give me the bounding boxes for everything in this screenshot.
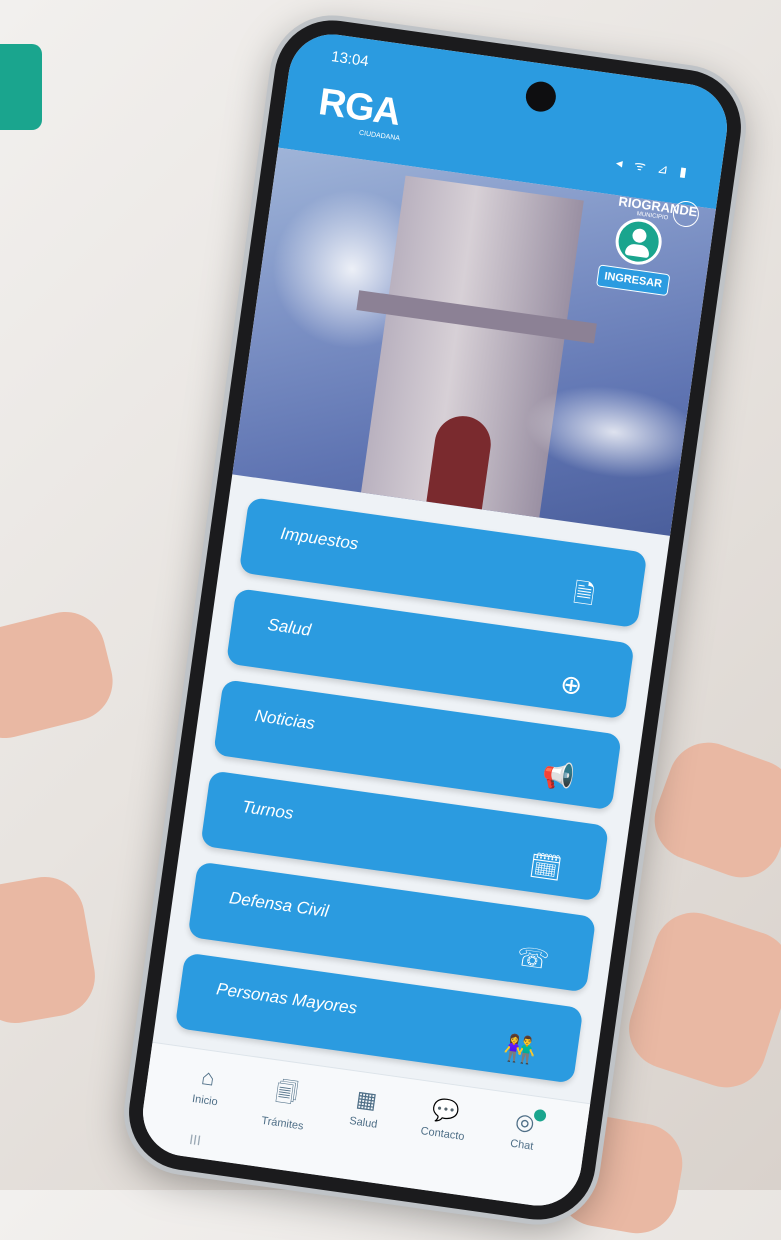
nav-item-chat[interactable]: ◎ Chat [481,1104,566,1159]
hand-finger [643,731,781,889]
nav-item-label: Salud [348,1115,379,1131]
menu-item-label: Salud [266,614,313,640]
health-plus-icon: ⊕ [558,668,585,701]
nav-item-label: Contacto [419,1125,466,1144]
megaphone-icon: 📢 [540,758,577,793]
nav-item-label: Chat [509,1137,535,1153]
nav-item-label: Trámites [260,1114,305,1133]
calendar-icon: 🗓 [527,849,565,884]
main-menu: Impuestos 🗎 Salud ⊕ Noticias 📢 Turnos 🗓 … [172,496,648,1100]
phone-icon: ☏ [514,940,552,976]
home-icon: ⌂ [199,1064,217,1091]
health-building-icon: ▦ [354,1085,379,1114]
status-time: 13:04 [330,48,370,71]
status-icons: ◂ ᯤ ⊿ ▮ [615,154,692,181]
menu-item-label: Personas Mayores [215,979,359,1018]
tax-document-icon: 🗎 [571,577,597,610]
menu-item-label: Turnos [240,797,295,824]
nav-item-contacto[interactable]: 💬 Contacto [402,1093,487,1148]
menu-item-label: Impuestos [279,523,360,554]
chat-icon: 💬 [430,1096,462,1126]
chat-bot-icon: ◎ [513,1108,537,1136]
elderly-people-icon: 👫 [502,1031,539,1067]
side-green-tab [0,44,42,130]
system-recents-button[interactable]: III [188,1131,202,1148]
front-camera [523,79,558,114]
app-logo: RGA CIUDADANA [315,81,406,142]
menu-item-label: Noticias [253,705,317,734]
hand-finger [0,603,122,747]
document-icon: 🗐 [274,1078,300,1107]
nav-item-tramites[interactable]: 🗐 Trámites [242,1071,329,1138]
nav-item-inicio[interactable]: ⌂ Inicio [164,1059,249,1114]
hand-finger [0,870,102,1030]
hand-finger [618,902,781,1098]
menu-item-label: Defensa Civil [228,888,330,921]
logo-text: RGA [316,81,403,134]
nav-item-label: Inicio [191,1092,219,1109]
login-button[interactable]: INGRESAR [595,214,677,297]
nav-item-salud[interactable]: ▦ Salud [323,1082,408,1137]
user-avatar-icon [612,215,665,268]
